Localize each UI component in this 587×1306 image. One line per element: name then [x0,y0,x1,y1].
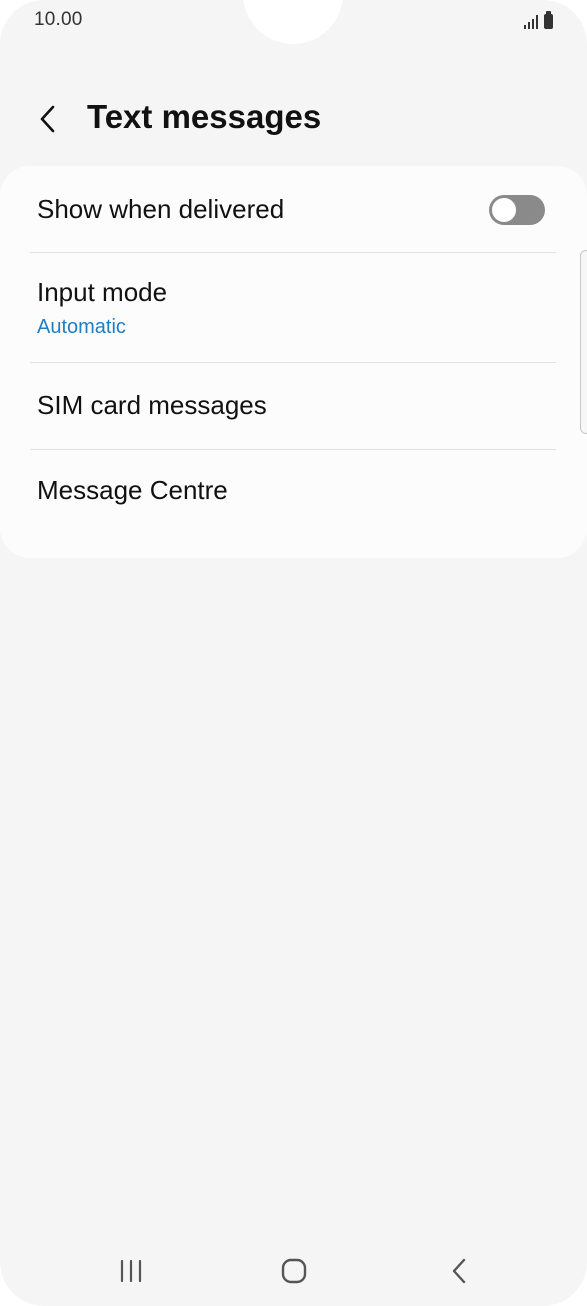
back-icon [452,1258,466,1284]
message-centre-row[interactable]: Message Centre [0,450,587,536]
battery-icon [544,11,553,29]
home-icon [281,1258,307,1284]
input-mode-value: Automatic [37,316,126,338]
recents-icon [120,1259,142,1283]
status-time: 10.00 [34,9,83,30]
recents-button[interactable] [91,1240,171,1302]
back-nav-button[interactable] [419,1240,499,1302]
sim-card-messages-label: SIM card messages [37,390,267,420]
page-title: Text messages [87,98,322,135]
settings-card: Show when delivered Input mode Automatic… [0,166,587,558]
sim-card-messages-row[interactable]: SIM card messages [0,363,587,449]
app-header: Text messages [0,88,587,150]
back-button[interactable] [28,92,68,146]
camera-notch [243,0,343,44]
status-icons [524,11,553,29]
navigation-bar [0,1240,587,1302]
home-button[interactable] [254,1240,334,1302]
show-when-delivered-row[interactable]: Show when delivered [0,166,587,252]
phone-screen: 10.00 Text messages Show when delivered [0,0,587,1306]
toggle-thumb [490,196,518,224]
scrollbar[interactable] [580,250,587,434]
signal-bars-icon [524,13,538,29]
show-when-delivered-label: Show when delivered [37,194,285,224]
chevron-left-icon [40,105,55,133]
input-mode-row[interactable]: Input mode Automatic [0,253,587,362]
input-mode-label: Input mode [37,277,168,307]
message-centre-label: Message Centre [37,475,228,505]
show-when-delivered-toggle[interactable] [489,195,545,225]
